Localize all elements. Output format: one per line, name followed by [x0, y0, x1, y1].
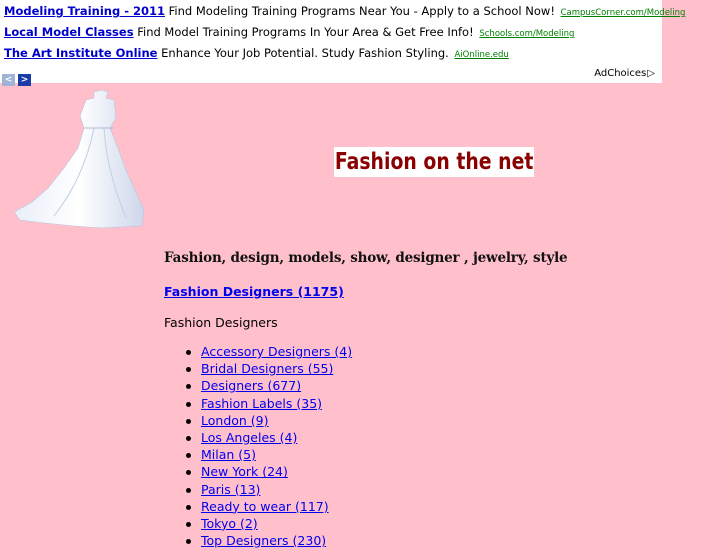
list-item: Paris (13): [186, 482, 352, 499]
list-item: Accessory Designers (4): [186, 344, 352, 361]
subcategory-link[interactable]: Top Designers (230): [201, 533, 326, 548]
ad-row[interactable]: The Art Institute Online Enhance Your Jo…: [4, 46, 509, 62]
section-heading: Fashion Designers: [164, 315, 278, 330]
adchoices-link[interactable]: AdChoices▷: [594, 68, 655, 79]
list-item: Designers (677): [186, 378, 352, 395]
ad-row[interactable]: Modeling Training - 2011 Find Modeling T…: [4, 4, 685, 20]
next-ad-button[interactable]: >: [18, 74, 31, 86]
ad-title-link[interactable]: Modeling Training - 2011: [4, 4, 165, 18]
subcategory-link[interactable]: London (9): [201, 413, 269, 428]
subcategory-link[interactable]: Milan (5): [201, 447, 256, 462]
subcategory-link[interactable]: Tokyo (2): [201, 516, 258, 531]
ad-navigation: < >: [2, 67, 34, 86]
ad-title-link[interactable]: Local Model Classes: [4, 25, 134, 39]
previous-ad-button[interactable]: <: [2, 74, 15, 86]
list-item: Los Angeles (4): [186, 430, 352, 447]
list-item: Top Designers (230): [186, 533, 352, 550]
adchoices-icon: ▷: [647, 68, 655, 79]
subcategory-link[interactable]: Los Angeles (4): [201, 430, 297, 445]
subcategory-link[interactable]: Bridal Designers (55): [201, 361, 333, 376]
subcategory-link[interactable]: Designers (677): [201, 378, 301, 393]
ad-text: Enhance Your Job Potential. Study Fashio…: [161, 46, 449, 60]
ad-url-link[interactable]: AiOnline.edu: [454, 50, 508, 60]
site-title: Fashion on the net: [334, 147, 535, 177]
list-item: New York (24): [186, 464, 352, 481]
ad-text: Find Modeling Training Programs Near You…: [168, 4, 555, 18]
wedding-dress-image: [14, 89, 145, 229]
subcategory-link[interactable]: Fashion Labels (35): [201, 396, 322, 411]
tagline: Fashion, design, models, show, designer …: [164, 250, 568, 266]
subcategory-link[interactable]: New York (24): [201, 464, 288, 479]
ad-title-link[interactable]: The Art Institute Online: [4, 46, 157, 60]
list-item: Milan (5): [186, 447, 352, 464]
ad-url-link[interactable]: CampusCorner.com/Modeling: [561, 8, 686, 18]
subcategory-link[interactable]: Paris (13): [201, 482, 260, 497]
adchoices-label: AdChoices: [594, 68, 647, 79]
ad-url-link[interactable]: Schools.com/Modeling: [479, 29, 574, 39]
subcategory-link[interactable]: Ready to wear (117): [201, 499, 329, 514]
fashion-designers-category-link[interactable]: Fashion Designers (1175): [164, 284, 344, 299]
list-item: Tokyo (2): [186, 516, 352, 533]
ad-row[interactable]: Local Model Classes Find Model Training …: [4, 25, 574, 41]
subcategory-link[interactable]: Accessory Designers (4): [201, 344, 352, 359]
list-item: London (9): [186, 413, 352, 430]
ad-banner: Modeling Training - 2011 Find Modeling T…: [0, 0, 685, 86]
list-item: Bridal Designers (55): [186, 361, 352, 378]
list-item: Ready to wear (117): [186, 499, 352, 516]
ad-text: Find Model Training Programs In Your Are…: [137, 25, 474, 39]
subcategory-list: Accessory Designers (4) Bridal Designers…: [186, 344, 352, 550]
list-item: Fashion Labels (35): [186, 396, 352, 413]
